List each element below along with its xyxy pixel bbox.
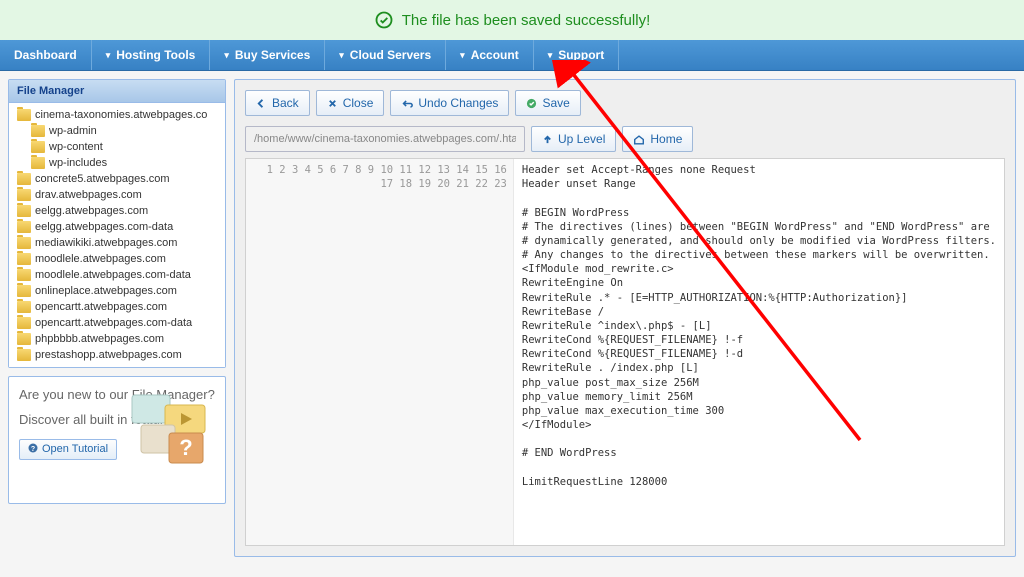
tree-item-label: opencartt.atwebpages.com bbox=[35, 301, 167, 313]
file-manager-panel: File Manager cinema-taxonomies.atwebpage… bbox=[8, 79, 226, 368]
folder-icon bbox=[17, 317, 31, 329]
tree-item-label: wp-admin bbox=[49, 125, 97, 137]
tree-item-label: prestashopp.atwebpages.com bbox=[35, 349, 182, 361]
close-button[interactable]: Close bbox=[316, 90, 385, 116]
info-icon: ? bbox=[28, 443, 38, 456]
svg-text:?: ? bbox=[179, 435, 192, 460]
folder-icon bbox=[17, 237, 31, 249]
folder-icon bbox=[17, 349, 31, 361]
tree-item-label: drav.atwebpages.com bbox=[35, 189, 142, 201]
up-level-button[interactable]: Up Level bbox=[531, 126, 616, 152]
tree-item-label: cinema-taxonomies.atwebpages.co bbox=[35, 109, 207, 121]
nav-dashboard[interactable]: Dashboard bbox=[0, 40, 92, 70]
folder-icon bbox=[31, 125, 45, 137]
path-input[interactable] bbox=[245, 126, 525, 152]
caret-down-icon: ▾ bbox=[460, 50, 465, 61]
nav-cloud-servers[interactable]: ▾Cloud Servers bbox=[325, 40, 446, 70]
tree-item[interactable]: drav.atwebpages.com bbox=[13, 187, 221, 203]
nav-account[interactable]: ▾Account bbox=[446, 40, 534, 70]
undo-changes-button[interactable]: Undo Changes bbox=[390, 90, 509, 116]
arrow-up-icon bbox=[542, 134, 553, 145]
promo-panel: Are you new to our File Manager? Discove… bbox=[8, 376, 226, 504]
open-tutorial-button[interactable]: ? Open Tutorial bbox=[19, 439, 117, 460]
tree-item[interactable]: cinema-taxonomies.atwebpages.co bbox=[13, 107, 221, 123]
caret-down-icon: ▾ bbox=[339, 50, 344, 61]
tree-item-label: eelgg.atwebpages.com-data bbox=[35, 221, 173, 233]
check-icon bbox=[526, 98, 537, 109]
folder-icon bbox=[17, 205, 31, 217]
tree-item-label: eelgg.atwebpages.com bbox=[35, 205, 148, 217]
tree-item-label: onlineplace.atwebpages.com bbox=[35, 285, 177, 297]
folder-icon bbox=[17, 189, 31, 201]
editor-panel: Back Close Undo Changes Save Up Level bbox=[234, 79, 1016, 557]
folder-icon bbox=[17, 221, 31, 233]
tree-item[interactable]: eelgg.atwebpages.com bbox=[13, 203, 221, 219]
tree-item-label: concrete5.atwebpages.com bbox=[35, 173, 170, 185]
code-editor[interactable]: 1 2 3 4 5 6 7 8 9 10 11 12 13 14 15 16 1… bbox=[245, 158, 1005, 546]
back-button[interactable]: Back bbox=[245, 90, 310, 116]
folder-icon bbox=[17, 301, 31, 313]
tree-item[interactable]: moodlele.atwebpages.com-data bbox=[13, 267, 221, 283]
tree-item-label: mediawikiki.atwebpages.com bbox=[35, 237, 177, 249]
check-circle-icon bbox=[374, 10, 394, 30]
top-nav: Dashboard ▾Hosting Tools ▾Buy Services ▾… bbox=[0, 40, 1024, 71]
folder-icon bbox=[17, 333, 31, 345]
tree-item[interactable]: wp-admin bbox=[13, 123, 221, 139]
home-button[interactable]: Home bbox=[622, 126, 693, 152]
line-gutter: 1 2 3 4 5 6 7 8 9 10 11 12 13 14 15 16 1… bbox=[246, 159, 514, 545]
file-manager-title: File Manager bbox=[9, 80, 225, 103]
success-banner: The file has been saved successfully! bbox=[0, 0, 1024, 40]
home-icon bbox=[633, 134, 645, 145]
tree-item-label: phpbbbb.atwebpages.com bbox=[35, 333, 164, 345]
folder-icon bbox=[17, 109, 31, 121]
folder-icon bbox=[17, 285, 31, 297]
tree-item-label: opencartt.atwebpages.com-data bbox=[35, 317, 192, 329]
tree-item[interactable]: concrete5.atwebpages.com bbox=[13, 171, 221, 187]
folder-icon bbox=[17, 269, 31, 281]
tree-item-label: moodlele.atwebpages.com-data bbox=[35, 269, 191, 281]
promo-illustration: ? bbox=[127, 387, 217, 472]
nav-buy-services[interactable]: ▾Buy Services bbox=[210, 40, 325, 70]
tree-item[interactable]: wp-content bbox=[13, 139, 221, 155]
undo-icon bbox=[401, 98, 413, 109]
save-button[interactable]: Save bbox=[515, 90, 580, 116]
svg-text:?: ? bbox=[31, 446, 35, 453]
tree-item[interactable]: onlineplace.atwebpages.com bbox=[13, 283, 221, 299]
nav-support[interactable]: ▾Support bbox=[534, 40, 620, 70]
tree-item[interactable]: prestashopp.atwebpages.com bbox=[13, 347, 221, 363]
folder-icon bbox=[17, 173, 31, 185]
caret-down-icon: ▾ bbox=[548, 50, 553, 61]
tree-item-label: wp-content bbox=[49, 141, 103, 153]
x-icon bbox=[327, 98, 338, 109]
tree-item[interactable]: eelgg.atwebpages.com-data bbox=[13, 219, 221, 235]
folder-icon bbox=[31, 157, 45, 169]
file-tree[interactable]: cinema-taxonomies.atwebpages.co wp-admin w… bbox=[9, 103, 225, 367]
tree-item-label: moodlele.atwebpages.com bbox=[35, 253, 166, 265]
tree-item[interactable]: phpbbbb.atwebpages.com bbox=[13, 331, 221, 347]
folder-icon bbox=[31, 141, 45, 153]
caret-down-icon: ▾ bbox=[224, 50, 229, 61]
arrow-left-icon bbox=[256, 98, 267, 109]
tree-item[interactable]: wp-includes bbox=[13, 155, 221, 171]
caret-down-icon: ▾ bbox=[106, 50, 111, 61]
tree-item[interactable]: moodlele.atwebpages.com bbox=[13, 251, 221, 267]
tree-item[interactable]: opencartt.atwebpages.com-data bbox=[13, 315, 221, 331]
tree-item[interactable]: opencartt.atwebpages.com bbox=[13, 299, 221, 315]
success-message: The file has been saved successfully! bbox=[402, 12, 650, 29]
code-content[interactable]: Header set Accept-Ranges none Request He… bbox=[514, 159, 1004, 545]
folder-icon bbox=[17, 253, 31, 265]
nav-hosting-tools[interactable]: ▾Hosting Tools bbox=[92, 40, 211, 70]
tree-item[interactable]: mediawikiki.atwebpages.com bbox=[13, 235, 221, 251]
tree-item-label: wp-includes bbox=[49, 157, 107, 169]
